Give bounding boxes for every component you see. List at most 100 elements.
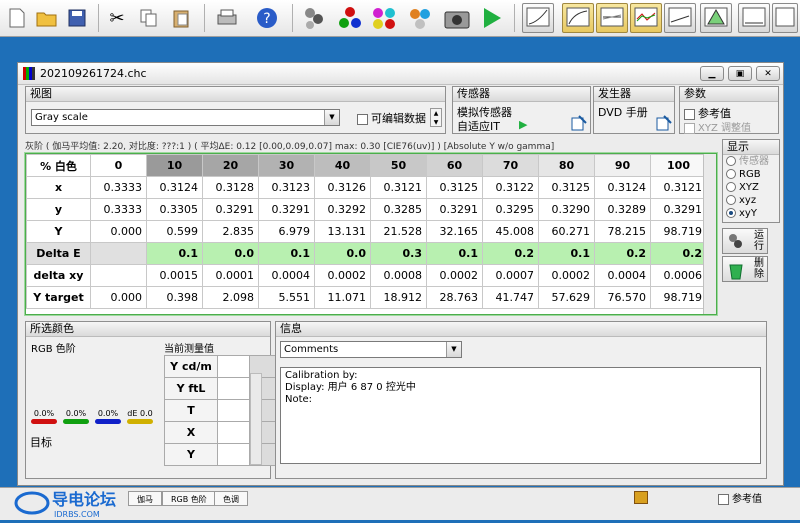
grid-cell[interactable]: 0.3333 <box>90 198 147 221</box>
grid-cell[interactable]: 28.763 <box>426 286 483 309</box>
sensor-play-icon[interactable]: ▶ <box>519 118 527 131</box>
editable-checkbox[interactable]: 可编辑数据 <box>357 110 426 126</box>
grid-cell[interactable]: 0.1 <box>258 242 315 265</box>
run-button[interactable]: 运行 <box>722 228 768 254</box>
grid-column-header[interactable]: 80 <box>538 154 595 177</box>
grid-cell[interactable]: 0.3291 <box>202 198 259 221</box>
multi-color-icon[interactable] <box>404 3 436 33</box>
minimize-button[interactable]: ▁ <box>700 66 724 81</box>
grid-cell[interactable]: 57.629 <box>538 286 595 309</box>
grid-cell[interactable]: 0.0 <box>202 242 259 265</box>
grid-cell[interactable]: 0.2 <box>650 242 707 265</box>
comments-textarea[interactable]: Calibration by: Display: 用户 6 87 0 控光中 Not… <box>280 367 761 464</box>
display-option[interactable]: xyz <box>723 194 779 207</box>
grid-cell[interactable]: 0.000 <box>90 286 147 309</box>
copy-icon[interactable] <box>136 3 162 33</box>
maximize-button[interactable]: ▣ <box>728 66 752 81</box>
grid-cell[interactable]: 0.3305 <box>146 198 203 221</box>
grid-cell[interactable]: 11.071 <box>314 286 371 309</box>
grid-cell[interactable]: 13.131 <box>314 220 371 243</box>
cut-icon[interactable]: ✂ <box>104 3 130 33</box>
chart-luminance-button[interactable] <box>562 3 594 33</box>
grid-cell[interactable]: 78.215 <box>594 220 651 243</box>
display-option[interactable]: xyY <box>723 207 779 220</box>
close-button[interactable]: ✕ <box>756 66 780 81</box>
grid-cell[interactable]: 0.3124 <box>594 176 651 199</box>
grid-cell[interactable]: 0.3126 <box>314 176 371 199</box>
delete-button[interactable]: 删除 <box>722 256 768 282</box>
print-icon[interactable] <box>214 3 240 33</box>
grid-cell[interactable]: 0.1 <box>146 242 203 265</box>
grid-cell[interactable]: 0.0001 <box>202 264 259 287</box>
grid-cell[interactable]: 0.0002 <box>426 264 483 287</box>
grid-cell[interactable]: 0.3295 <box>482 198 539 221</box>
grid-cell[interactable]: 60.271 <box>538 220 595 243</box>
new-file-icon[interactable] <box>4 3 30 33</box>
grid-column-header[interactable]: 40 <box>314 154 371 177</box>
help-icon[interactable]: ? <box>254 3 280 33</box>
measurement-grid[interactable]: % 白色 0 10 20 30 40 50 60 70 80 90 100 x 0.3333 0.3124 0… <box>24 152 718 316</box>
display-option[interactable]: RGB <box>723 168 779 181</box>
grid-cell[interactable]: 0.0004 <box>594 264 651 287</box>
grid-column-header[interactable]: 50 <box>370 154 427 177</box>
grid-cell[interactable] <box>90 264 147 287</box>
grid-cell[interactable]: 5.551 <box>258 286 315 309</box>
sheet-tab[interactable]: 伽马 <box>128 491 162 506</box>
grid-column-header[interactable]: 90 <box>594 154 651 177</box>
grid-column-header[interactable]: 70 <box>482 154 539 177</box>
grid-cell[interactable]: 0.1 <box>538 242 595 265</box>
view-dropdown[interactable]: Gray scale ▼ <box>31 109 340 126</box>
grid-cell[interactable]: 76.570 <box>594 286 651 309</box>
display-option[interactable]: XYZ <box>723 181 779 194</box>
grid-cell[interactable]: 0.3125 <box>538 176 595 199</box>
grid-cell[interactable]: 0.3289 <box>594 198 651 221</box>
spin-button[interactable]: ▲ ▼ <box>430 108 442 127</box>
grid-cell[interactable]: 0.0002 <box>314 264 371 287</box>
grid-cell[interactable] <box>90 242 147 265</box>
grid-cell[interactable]: 0.3285 <box>370 198 427 221</box>
chart-deltae-button[interactable] <box>664 3 696 33</box>
grid-cell[interactable]: 0.3290 <box>538 198 595 221</box>
sensor-probe-icon[interactable] <box>298 3 332 33</box>
grid-cell[interactable]: 0.0002 <box>538 264 595 287</box>
grid-column-header[interactable]: 100 <box>650 154 707 177</box>
sheet-tab[interactable]: RGB 色阶 <box>162 491 216 506</box>
display-option[interactable]: 传感器 <box>723 155 779 168</box>
grid-cell[interactable]: 0.3123 <box>258 176 315 199</box>
grid-cell[interactable]: 0.0 <box>314 242 371 265</box>
color-balls-icon[interactable] <box>368 3 400 33</box>
chart-levels-button[interactable] <box>630 3 662 33</box>
sensor-config-icon[interactable] <box>571 115 587 131</box>
sheet-tab[interactable]: 色调 <box>214 491 248 506</box>
measure-scrollbar[interactable] <box>250 373 262 465</box>
grid-column-header[interactable]: 10 <box>146 154 203 177</box>
chart-gamma-button[interactable] <box>522 3 554 33</box>
grid-cell[interactable]: 0.0008 <box>370 264 427 287</box>
info-dropdown[interactable]: Comments ▼ <box>280 341 462 358</box>
grid-column-header[interactable]: 20 <box>202 154 259 177</box>
grid-cell[interactable]: 0.1 <box>426 242 483 265</box>
grid-cell[interactable]: 2.835 <box>202 220 259 243</box>
chart-rgb-button[interactable] <box>596 3 628 33</box>
grid-cell[interactable]: 0.3291 <box>426 198 483 221</box>
grid-column-header[interactable]: 30 <box>258 154 315 177</box>
grid-cell[interactable]: 0.3291 <box>650 198 707 221</box>
grid-cell[interactable]: 0.398 <box>146 286 203 309</box>
grid-cell[interactable]: 0.0006 <box>650 264 707 287</box>
grid-cell[interactable]: 45.008 <box>482 220 539 243</box>
grid-cell[interactable]: 0.0007 <box>482 264 539 287</box>
grid-cell[interactable]: 0.3121 <box>650 176 707 199</box>
open-folder-icon[interactable] <box>34 3 60 33</box>
grid-cell[interactable]: 0.3128 <box>202 176 259 199</box>
grid-column-header[interactable]: 0 <box>90 154 147 177</box>
run-play-icon[interactable] <box>478 3 506 33</box>
grid-cell[interactable]: 0.3121 <box>370 176 427 199</box>
status-reference-checkbox[interactable]: 参考值 <box>718 490 762 505</box>
grid-cell[interactable]: 98.719 <box>650 286 707 309</box>
grid-cell[interactable]: 0.0004 <box>258 264 315 287</box>
camera-icon[interactable] <box>442 3 472 33</box>
grid-cell[interactable]: 0.2 <box>482 242 539 265</box>
grid-cell[interactable]: 0.3122 <box>482 176 539 199</box>
grid-cell[interactable]: 0.3124 <box>146 176 203 199</box>
grid-cell[interactable]: 21.528 <box>370 220 427 243</box>
